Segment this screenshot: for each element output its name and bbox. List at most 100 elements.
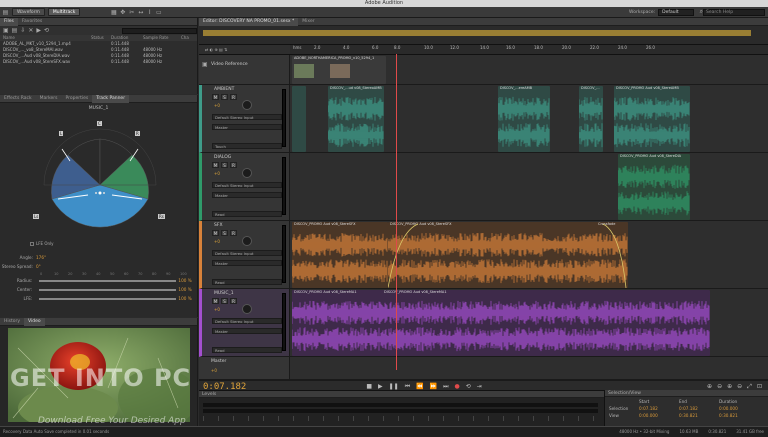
ambient-clip[interactable] bbox=[292, 86, 306, 152]
pan-knob[interactable] bbox=[242, 236, 252, 246]
playhead[interactable] bbox=[396, 54, 397, 370]
radius-slider[interactable] bbox=[39, 279, 177, 282]
ambient-clip[interactable]: DISCOV_PROMO Aud v08_StereAMB bbox=[614, 86, 690, 152]
video-clip[interactable]: ADOBE_NORTHAMERICA_PROMO_v10_5294_1 bbox=[292, 56, 386, 84]
slip-tool-icon[interactable]: ↔ bbox=[137, 9, 144, 16]
play-file-icon[interactable]: ▶ bbox=[36, 27, 41, 34]
tab-markers[interactable]: Markers bbox=[36, 95, 62, 103]
record-button[interactable]: R bbox=[230, 298, 237, 304]
output-select[interactable]: Master bbox=[212, 328, 282, 334]
view-duration[interactable]: 0:30.821 bbox=[719, 413, 759, 418]
lfe-value[interactable]: 100 % bbox=[178, 296, 198, 301]
files-icon[interactable]: ▤ bbox=[2, 9, 9, 16]
record-button[interactable]: R bbox=[230, 230, 237, 236]
track-sfx[interactable]: SFX MSR +0 Default Stereo Input Master R… bbox=[199, 221, 290, 289]
dialog-clip[interactable]: DISCOV_PROMO Aud v08_StereDIA bbox=[618, 154, 690, 220]
time-selection-icon[interactable]: I bbox=[146, 9, 153, 16]
sfx-lane[interactable]: DISCOV_PROMO Aud v08_StereSFX DISCOV_PRO… bbox=[290, 221, 768, 289]
import-icon[interactable]: ⇩ bbox=[20, 27, 25, 34]
ambient-clip[interactable]: DISCOV_... bbox=[579, 86, 603, 152]
spectral-icon[interactable]: ▦ bbox=[110, 9, 117, 16]
tab-track-panner[interactable]: Track Panner bbox=[92, 94, 130, 103]
selection-duration[interactable]: 0:00.000 bbox=[719, 406, 759, 411]
dialog-lane[interactable]: DISCOV_PROMO Aud v08_StereDIA bbox=[290, 153, 768, 221]
selection-end[interactable]: 0:07.182 bbox=[679, 406, 719, 411]
checkbox[interactable] bbox=[30, 241, 34, 246]
center-value[interactable]: 100 % bbox=[178, 287, 198, 292]
music-clip[interactable]: DISCOV_PROMO Aud v08_StereMA1 DISCOV_PROM… bbox=[292, 290, 710, 356]
mute-button[interactable]: M bbox=[212, 94, 219, 100]
radius-value[interactable]: 100 % bbox=[178, 278, 198, 283]
mute-button[interactable]: M bbox=[212, 162, 219, 168]
track-ambient[interactable]: AMBIENT MSR +0 Default Stereo Input Mast… bbox=[199, 85, 290, 153]
tab-mixer[interactable]: Mixer bbox=[298, 18, 318, 26]
input-select[interactable]: Default Stereo Input bbox=[212, 182, 282, 188]
output-select[interactable]: Master bbox=[212, 260, 282, 266]
tab-properties[interactable]: Properties bbox=[62, 95, 93, 103]
volume-value[interactable]: +0 bbox=[214, 103, 220, 108]
volume-value[interactable]: +0 bbox=[214, 307, 220, 312]
track-music-1[interactable]: MUSIC_1 MSR +0 Default Stereo Input Mast… bbox=[199, 289, 290, 357]
stereo-spread-value[interactable]: 0° bbox=[36, 264, 48, 269]
surround-panner[interactable] bbox=[30, 113, 170, 243]
pan-knob[interactable] bbox=[242, 168, 252, 178]
open-file-icon[interactable]: ▤ bbox=[12, 27, 18, 34]
automation-mode[interactable]: Read bbox=[212, 279, 282, 285]
solo-button[interactable]: S bbox=[221, 162, 228, 168]
solo-button[interactable]: S bbox=[221, 94, 228, 100]
loop-icon[interactable]: ⟲ bbox=[44, 27, 49, 34]
lfe-slider[interactable] bbox=[39, 297, 177, 300]
input-select[interactable]: Default Stereo Input bbox=[212, 114, 282, 120]
ambient-clip[interactable]: DISCOV_...ud v08_StereoAMB bbox=[328, 86, 384, 152]
waveform-button[interactable]: Waveform bbox=[12, 8, 45, 16]
automation-mode[interactable]: Touch bbox=[212, 143, 282, 149]
mute-button[interactable]: M bbox=[212, 230, 219, 236]
time-ruler[interactable]: hms 2.0 4.0 6.0 8.0 10.0 12.0 14.0 16.0 … bbox=[290, 45, 768, 55]
marquee-icon[interactable]: ▭ bbox=[155, 9, 162, 16]
track-master[interactable]: Master +0 bbox=[199, 357, 290, 380]
fade-curves[interactable] bbox=[388, 222, 628, 288]
new-file-icon[interactable]: ▣ bbox=[3, 27, 9, 34]
overview-bar[interactable] bbox=[199, 26, 768, 45]
files-search-input[interactable] bbox=[122, 27, 197, 34]
track-dialog[interactable]: DIALOG MSR +0 Default Stereo Input Maste… bbox=[199, 153, 290, 221]
solo-button[interactable]: S bbox=[221, 298, 228, 304]
ambient-clip[interactable]: DISCOV_...ereAMB bbox=[498, 86, 550, 152]
pan-knob[interactable] bbox=[242, 100, 252, 110]
zoom-navigator[interactable] bbox=[203, 30, 751, 36]
move-tool-icon[interactable]: ✥ bbox=[119, 9, 126, 16]
mute-button[interactable]: M bbox=[212, 298, 219, 304]
multitrack-button[interactable]: Multitrack bbox=[47, 8, 81, 16]
volume-value[interactable]: +0 bbox=[211, 368, 217, 373]
tab-favorites[interactable]: Favorites bbox=[18, 18, 46, 26]
view-end[interactable]: 0:30.821 bbox=[679, 413, 719, 418]
center-slider[interactable] bbox=[39, 288, 177, 291]
tab-history[interactable]: History bbox=[0, 318, 24, 326]
col-channels[interactable]: Cha bbox=[181, 35, 195, 41]
workspace-select[interactable]: Default bbox=[658, 8, 694, 16]
solo-button[interactable]: S bbox=[221, 230, 228, 236]
tab-files[interactable]: Files bbox=[0, 17, 18, 26]
tab-editor[interactable]: Editor: DISCOVERY NA PROMO_01.sesx * bbox=[199, 17, 299, 26]
output-select[interactable]: Master bbox=[212, 192, 282, 198]
output-select[interactable]: Master bbox=[212, 124, 282, 130]
automation-mode[interactable]: Read bbox=[212, 347, 282, 353]
input-select[interactable]: Default Stereo Input bbox=[212, 318, 282, 324]
music-lane[interactable]: DISCOV_PROMO Aud v08_StereMA1 DISCOV_PROM… bbox=[290, 289, 768, 357]
sfx-clip[interactable]: DISCOV_PROMO Aud v08_StereSFX bbox=[292, 222, 388, 288]
tab-video[interactable]: Video bbox=[24, 317, 45, 326]
pan-knob[interactable] bbox=[242, 304, 252, 314]
automation-mode[interactable]: Read bbox=[212, 211, 282, 217]
volume-value[interactable]: +0 bbox=[214, 171, 220, 176]
file-row[interactable]: DISCOV_...Aud v08_StereSFX.wav 0:11.448 48… bbox=[0, 59, 197, 65]
master-lane[interactable] bbox=[290, 357, 768, 380]
video-lane[interactable]: ADOBE_NORTHAMERICA_PROMO_v10_5294_1 bbox=[290, 55, 768, 85]
track-video-reference[interactable]: ▣ Video Reference bbox=[199, 55, 290, 85]
ambient-lane[interactable]: DISCOV_...ud v08_StereoAMB DISCOV_...ere… bbox=[290, 85, 768, 153]
sfx-clip[interactable]: DISCOV_PROMO Aud v08_StereSFX Crossfade bbox=[388, 222, 628, 288]
lfe-only-toggle[interactable]: LFE Only bbox=[30, 241, 54, 246]
record-button[interactable]: R bbox=[230, 94, 237, 100]
fx-icon[interactable]: ⇄ ◐ ⊕ ▤ ⇅ bbox=[205, 47, 227, 52]
angle-value[interactable]: 176° bbox=[36, 255, 48, 260]
search-input[interactable]: Search Help bbox=[703, 8, 765, 16]
